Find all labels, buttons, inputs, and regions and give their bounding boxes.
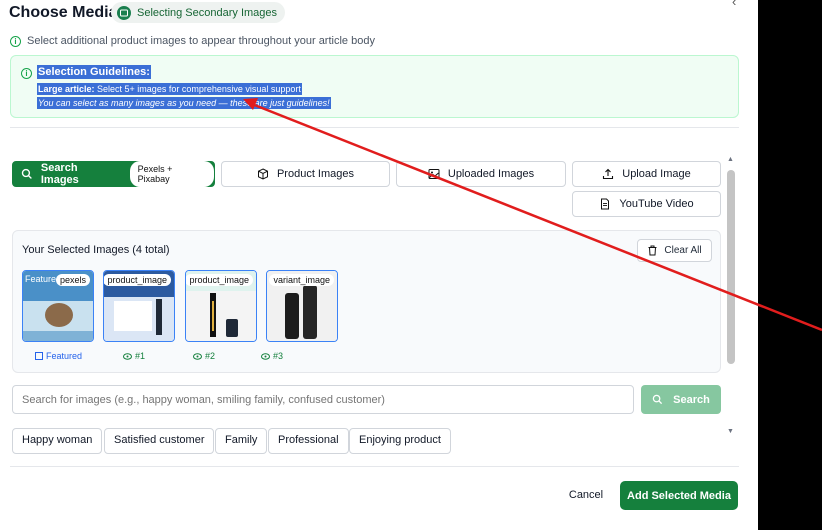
guidelines-line-1-text: Select 5+ images for comprehensive visua… (94, 84, 301, 94)
thumb-caption: #1 (123, 351, 145, 361)
subtitle-text: Select additional product images to appe… (27, 35, 375, 47)
eye-icon (261, 352, 270, 360)
upload-image-label: Upload Image (622, 168, 691, 180)
scrollbar-thumb[interactable] (727, 170, 735, 364)
divider (10, 127, 739, 128)
image-icon (117, 5, 131, 20)
thumb-caption: Featured (35, 351, 82, 361)
guidelines-line-2: You can select as many images as you nee… (37, 97, 331, 109)
tab-uploaded-label: Uploaded Images (447, 168, 535, 180)
suggestion-chip[interactable]: Happy woman (12, 428, 103, 454)
guidelines-line-1-bold: Large article: (38, 84, 95, 94)
search-icon (652, 394, 663, 405)
modal-subtitle: i Select additional product images to ap… (10, 35, 375, 47)
media-scroll-area: Search Images Pexels + Pixabay Product I… (0, 150, 740, 454)
selected-images-title: Your Selected Images (4 total) (22, 244, 170, 256)
box-icon (257, 168, 268, 180)
tab-uploaded-images[interactable]: Uploaded Images (396, 161, 566, 187)
tab-product-label: Product Images (276, 168, 355, 180)
close-icon: ‹ (732, 0, 737, 9)
suggestion-chip[interactable]: Enjoying product (349, 428, 451, 454)
clear-all-label: Clear All (664, 245, 702, 256)
suggestion-chip[interactable]: Satisfied customer (104, 428, 215, 454)
close-button[interactable]: ‹ (732, 0, 736, 9)
image-source-label: product_image (104, 274, 171, 286)
suggestion-chip[interactable]: Family (215, 428, 268, 454)
thumb-caption-text: #3 (273, 351, 284, 361)
modal-title: Choose Media (9, 4, 118, 21)
search-button[interactable]: Search (641, 385, 721, 414)
youtube-video-button[interactable]: YouTube Video (572, 191, 721, 217)
eye-icon (123, 352, 132, 360)
thumb-caption-text: #2 (205, 351, 216, 361)
image-source-label: pexels (55, 274, 90, 286)
guidelines-title: Selection Guidelines: (37, 65, 151, 79)
youtube-video-label: YouTube Video (619, 198, 694, 210)
image-icon (35, 352, 43, 360)
divider (10, 466, 739, 467)
upload-icon (603, 168, 614, 180)
search-input[interactable] (12, 385, 634, 414)
thumb-caption-text: #1 (135, 351, 146, 361)
image-source-label: variant_image (269, 274, 334, 286)
upload-image-button[interactable]: Upload Image (572, 161, 721, 187)
eye-icon (193, 352, 202, 360)
search-icon (21, 168, 32, 179)
info-icon: i (10, 35, 21, 47)
trash-icon (648, 245, 657, 256)
selection-guidelines-box: i Selection Guidelines: Large article: S… (10, 55, 739, 118)
add-selected-media-button[interactable]: Add Selected Media (620, 481, 738, 510)
selected-images-panel: Your Selected Images (4 total) Clear All… (12, 230, 721, 373)
selected-image-thumb[interactable]: product_image (185, 270, 257, 342)
image-icon (428, 169, 440, 179)
document-icon (601, 198, 610, 210)
image-source-label: product_image (186, 274, 253, 286)
info-icon: i (21, 68, 32, 79)
selected-image-thumb[interactable]: product_image (103, 270, 175, 342)
search-button-label: Search (673, 393, 710, 406)
clear-all-button[interactable]: Clear All (637, 239, 712, 262)
selected-image-thumb[interactable]: variant_image (266, 270, 338, 342)
tab-product-images[interactable]: Product Images (221, 161, 390, 187)
cancel-button[interactable]: Cancel (560, 481, 612, 509)
status-pill-label: Selecting Secondary Images (137, 6, 278, 19)
thumb-caption-text: Featured (46, 351, 83, 361)
tab-search-images[interactable]: Search Images Pexels + Pixabay (12, 161, 215, 187)
thumb-caption: #3 (261, 351, 283, 361)
source-badge: Pexels + Pixabay (129, 161, 215, 187)
choose-media-modal: Choose Media Selecting Secondary Images … (0, 0, 758, 530)
scroll-up-arrow[interactable]: ▲ (727, 156, 734, 163)
guidelines-line-1: Large article: Select 5+ images for comp… (37, 83, 302, 95)
selected-image-thumb[interactable]: Featured pexels (22, 270, 94, 342)
tab-search-label: Search Images (40, 162, 79, 186)
status-pill: Selecting Secondary Images (111, 2, 286, 23)
suggestion-chip[interactable]: Professional (268, 428, 349, 454)
thumb-caption: #2 (193, 351, 215, 361)
scroll-down-arrow[interactable]: ▼ (727, 428, 734, 435)
